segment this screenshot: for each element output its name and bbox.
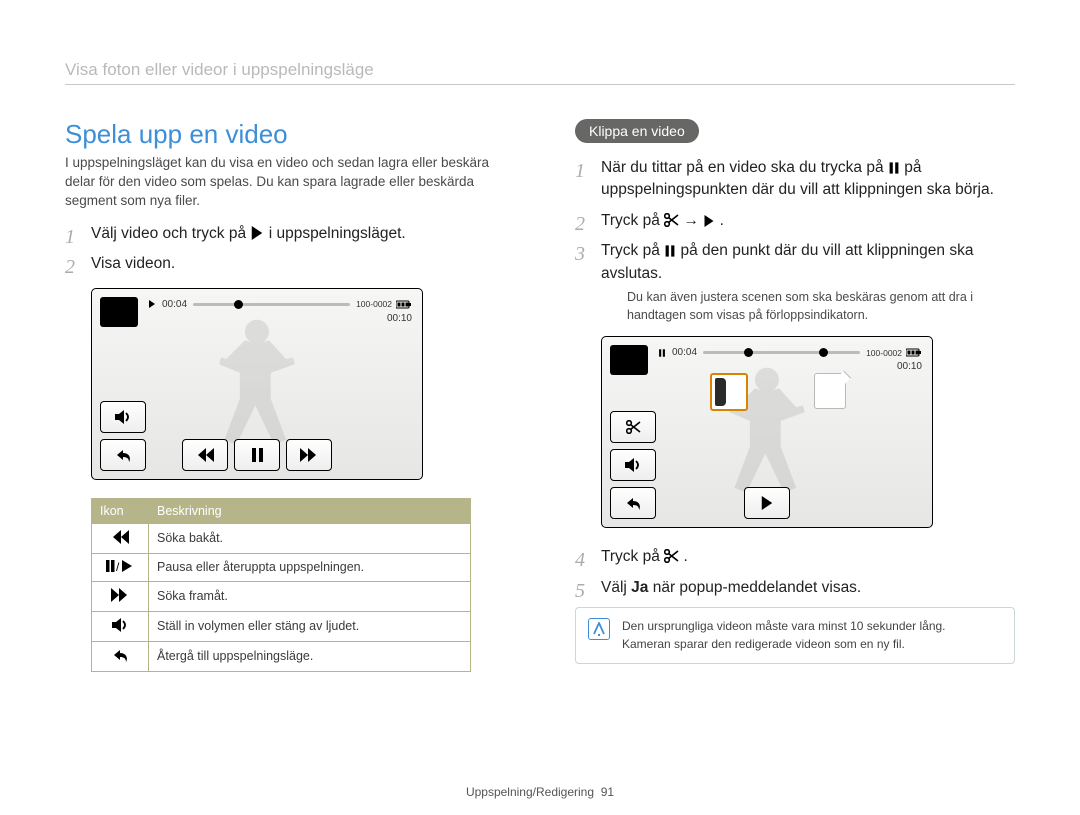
elapsed-time: 00:04	[672, 347, 697, 358]
step-1-text-a: Välj video och tryck på	[91, 225, 250, 242]
row-icon-volume	[92, 611, 149, 641]
intro-text: I uppspelningsläget kan du visa en video…	[65, 154, 505, 211]
scissors-icon	[664, 213, 679, 227]
r-step-2: Tryck på → .	[575, 210, 1015, 232]
r-step-5-bold: Ja	[631, 579, 648, 596]
battery-icon	[396, 300, 412, 309]
battery-icon	[906, 348, 922, 357]
tip-icon	[588, 618, 610, 640]
forward-button[interactable]	[286, 439, 332, 471]
volume-button[interactable]	[100, 401, 146, 433]
r-step-2-arrow: →	[683, 212, 703, 229]
left-column: Spela upp en video I uppspelningsläget k…	[65, 119, 505, 672]
row-desc: Ställ in volymen eller stäng av ljudet.	[149, 611, 471, 641]
total-time: 00:10	[387, 313, 412, 324]
row-desc: Söka framåt.	[149, 581, 471, 611]
pause-icon	[664, 245, 676, 257]
pause-icon	[888, 162, 900, 174]
play-button[interactable]	[744, 487, 790, 519]
footer-section: Uppspelning/Redigering	[466, 785, 594, 799]
r-step-5-b: när popup-meddelandet visas.	[653, 579, 862, 596]
section-title: Spela upp en video	[65, 119, 505, 150]
rewind-button[interactable]	[182, 439, 228, 471]
r-step-4-a: Tryck på	[601, 548, 664, 565]
scissors-button[interactable]	[610, 411, 656, 443]
elapsed-time: 00:04	[162, 299, 187, 310]
video-player-illustration: 00:04 100-0002 00:10	[91, 288, 423, 480]
r-step-5-a: Välj	[601, 579, 631, 596]
play-icon	[250, 226, 264, 240]
row-icon-back	[92, 641, 149, 671]
total-time: 00:10	[897, 361, 922, 372]
subsection-badge: Klippa en video	[575, 119, 699, 143]
r-step-3-note: Du kan även justera scenen som ska beskä…	[627, 289, 1015, 324]
step-1: Välj video och tryck på i uppspelningslä…	[65, 223, 505, 245]
step-2-text: Visa videon.	[91, 255, 175, 272]
row-desc: Söka bakåt.	[149, 523, 471, 553]
row-icon-pauseplay	[92, 553, 149, 581]
r-step-3: Tryck på på den punkt där du vill att kl…	[575, 240, 1015, 324]
scissors-icon	[664, 549, 679, 563]
page-footer: Uppspelning/Redigering 91	[0, 785, 1080, 799]
r-step-2-a: Tryck på	[601, 212, 664, 229]
row-desc: Pausa eller återuppta uppspelningen.	[149, 553, 471, 581]
play-icon	[703, 215, 715, 227]
play-indicator-icon	[148, 300, 156, 308]
tip-box: Den ursprungliga videon måste vara minst…	[575, 607, 1015, 664]
step-1-text-b: i uppspelningsläget.	[269, 225, 406, 242]
right-column: Klippa en video När du tittar på en vide…	[575, 119, 1015, 672]
tip-line-1: Den ursprungliga videon måste vara minst…	[622, 618, 946, 635]
step-2: Visa videon.	[65, 253, 505, 275]
trim-end-handle[interactable]	[814, 373, 846, 409]
r-step-4: Tryck på .	[575, 546, 1015, 568]
pause-indicator-icon	[658, 349, 666, 357]
file-number: 100-0002	[356, 299, 392, 309]
file-number: 100-0002	[866, 348, 902, 358]
thumbnail-box	[610, 345, 648, 375]
icon-table: Ikon Beskrivning Söka bakåt. Pausa eller…	[91, 498, 471, 672]
th-icon: Ikon	[92, 498, 149, 523]
thumbnail-box	[100, 297, 138, 327]
volume-button[interactable]	[610, 449, 656, 481]
r-step-1: När du tittar på en video ska du trycka …	[575, 157, 1015, 202]
row-desc: Återgå till uppspelningsläge.	[149, 641, 471, 671]
r-step-2-b: .	[720, 212, 724, 229]
r-step-5: Välj Ja när popup-meddelandet visas.	[575, 577, 1015, 599]
breadcrumb: Visa foton eller videor i uppspelningslä…	[65, 60, 1015, 85]
video-trim-illustration: 00:04 100-0002 00:10	[601, 336, 933, 528]
row-icon-forward	[92, 581, 149, 611]
tip-line-2: Kameran sparar den redigerade videon som…	[622, 636, 946, 653]
r-step-1-a: När du tittar på en video ska du trycka …	[601, 159, 888, 176]
trim-start-handle[interactable]	[710, 373, 748, 411]
r-step-3-a: Tryck på	[601, 242, 664, 259]
footer-page: 91	[601, 785, 614, 799]
th-desc: Beskrivning	[149, 498, 471, 523]
pause-button[interactable]	[234, 439, 280, 471]
row-icon-rewind	[92, 523, 149, 553]
r-step-4-b: .	[683, 548, 687, 565]
